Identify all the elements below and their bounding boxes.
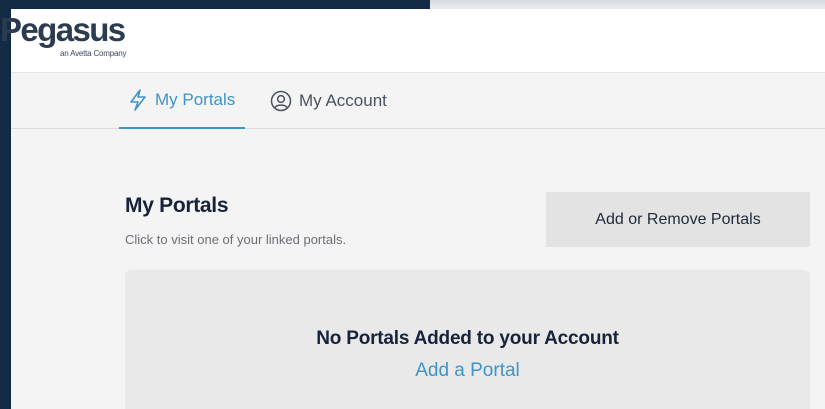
lightning-bolt-icon	[130, 89, 146, 111]
page-subtitle: Click to visit one of your linked portal…	[125, 232, 347, 247]
logo-wordmark: Pegasus	[0, 11, 126, 48]
page: Pegasus an Avetta Company My Portals My …	[0, 9, 825, 409]
user-circle-icon	[270, 90, 292, 111]
empty-portals-card: No Portals Added to your Account Add a P…	[125, 270, 810, 409]
window-top-strip	[430, 0, 825, 9]
empty-state-title: No Portals Added to your Account	[316, 328, 619, 349]
tab-bar: My Portals My Account	[11, 73, 825, 129]
add-remove-portals-label: Add or Remove Portals	[595, 210, 761, 228]
tab-my-portals-label: My Portals	[155, 90, 236, 109]
tab-my-account-label: My Account	[299, 90, 387, 110]
add-portal-link[interactable]: Add a Portal	[125, 360, 810, 382]
header: Pegasus an Avetta Company	[0, 9, 825, 73]
page-title: My Portals	[125, 194, 229, 217]
add-remove-portals-button[interactable]: Add or Remove Portals	[546, 192, 810, 247]
logo-tagline: an Avetta Company	[60, 49, 127, 58]
tab-my-account[interactable]: My Account	[270, 73, 387, 128]
tab-my-portals[interactable]: My Portals	[119, 73, 245, 129]
pegasus-logo[interactable]: Pegasus an Avetta Company	[0, 9, 180, 64]
